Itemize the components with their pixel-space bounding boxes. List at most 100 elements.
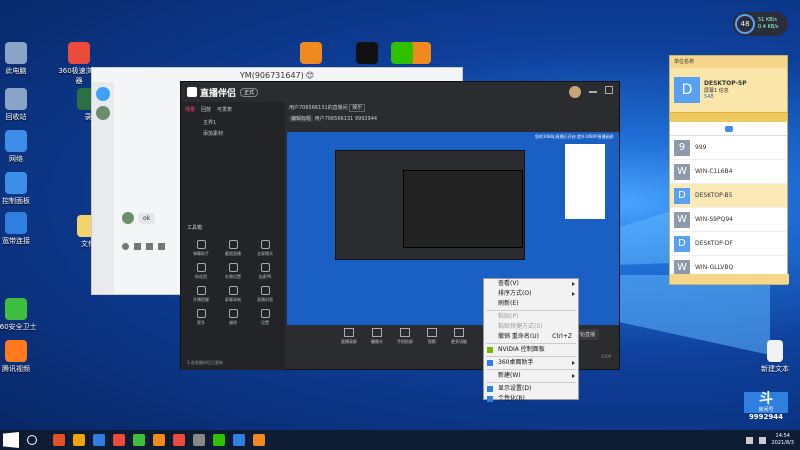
tool-button[interactable]: 福袋 [217,309,249,326]
menu-item[interactable]: 撤销 重命名(U) Ctrl+Z [484,332,578,342]
tab-1[interactable]: 回放 [201,106,211,113]
live-app-logo-icon [187,87,197,97]
tool-button[interactable]: 礼物设置 [217,263,249,280]
device-list-item[interactable]: W WIN-C1L6B4 [670,160,787,184]
device-list-item[interactable]: D DESKTOP-DF [670,232,787,256]
desktop-icon-label: 此电脑 [5,67,27,75]
pinned-app-icon[interactable] [53,434,65,446]
pinned-app-icon[interactable] [153,434,165,446]
chat-message: ok [122,212,156,224]
tab-0[interactable]: 场景 [185,106,195,113]
menu-item[interactable]: 粘贴(P) [484,312,578,322]
menu-item[interactable]: 排序方式(O) [484,289,578,299]
tool-icon [260,309,270,318]
bottom-tool-label: 摄像头 [371,339,383,344]
watermark-logo: 斗 [744,392,788,406]
menu-item-icon [487,396,493,402]
scene-list: 主界1 添加素材 [181,117,285,139]
image-tool-icon[interactable] [158,243,165,250]
tool-icon [228,309,238,318]
tool-button[interactable]: 弹幕助手 [185,240,217,257]
text-document-icon[interactable]: 新建文本 [753,340,797,374]
bottom-tool[interactable]: 摄像头 [371,328,383,345]
desktop-icon[interactable]: 回收站 [0,88,38,122]
pinned-app-icon[interactable] [253,434,265,446]
device-list-item[interactable]: 9 999 [670,136,787,160]
tool-button[interactable]: 粉丝团 [185,263,217,280]
device-list-item[interactable]: W WIN-S9PQ94 [670,208,787,232]
panel-search[interactable] [670,112,787,122]
menu-item-label: 刷新(E) [498,300,519,307]
menu-item[interactable]: 个性化(R) [484,394,578,404]
desktop-icon[interactable]: 控制面板 [0,172,38,206]
desktop-icon[interactable]: 宽带连接 [0,212,38,246]
pinned-app-icon[interactable] [73,434,85,446]
pinned-app-icon[interactable] [113,434,125,446]
menu-item[interactable]: 刷新(E) [484,299,578,309]
device-list-item[interactable]: D DESKTOP-B5 [670,184,787,208]
contact-avatar[interactable] [96,106,110,120]
bottom-tool[interactable]: 手机投屏 [397,328,413,345]
tool-button[interactable]: 全屏模式 [249,240,281,257]
emoji-tool-icon[interactable] [122,243,129,250]
footer-tip: 3.各直播伴侣已更新 [187,360,223,365]
desktop-icon-label: 控制面板 [2,197,30,205]
menu-item[interactable]: 查看(V) [484,279,578,289]
minimize-icon[interactable] [589,91,597,93]
pinned-app-icon[interactable] [173,434,185,446]
edit-title-button[interactable]: 编辑标题 [289,116,314,122]
menu-item[interactable]: 粘贴快捷方式(S) [484,322,578,332]
remote-device-panel[interactable]: 单位名称 D DESKTOP-5P 屏幕1 信息 548 9 999 W WIN-C1… [669,55,789,285]
menu-item[interactable]: 360桌面助手 [484,358,578,368]
volume-icon[interactable] [745,436,753,444]
avatar[interactable] [569,86,581,98]
panel-footer [670,274,789,284]
watermark-room-id: 9992944 [748,413,784,421]
scissors-icon[interactable] [134,243,141,250]
folder-tool-icon[interactable] [146,243,153,250]
tool-icon [196,240,206,249]
close-icon[interactable] [605,86,613,94]
scene-item[interactable]: 主界1 [185,117,281,128]
tab-2[interactable]: 可发表 [217,106,232,113]
status-tag[interactable]: 娱乐 [349,104,366,112]
tool-button[interactable]: 设置 [249,309,281,326]
tool-button[interactable]: 截图直播 [217,240,249,257]
start-button[interactable] [3,432,19,448]
pinned-app-icon[interactable] [133,434,145,446]
profile-card: D DESKTOP-5P 屏幕1 信息 548 [670,68,787,112]
tool-button[interactable]: 开播提醒 [185,286,217,303]
tool-button[interactable]: 屏幕录制 [217,286,249,303]
pinned-app-icon[interactable] [233,434,245,446]
pinned-app-icon[interactable] [213,434,225,446]
bottom-tool-label: 直播录屏 [341,339,357,344]
desktop-icon[interactable]: 360安全卫士 [0,298,38,332]
desktop-icon[interactable]: 网络 [0,130,38,164]
search-icon[interactable] [27,435,37,445]
tool-button[interactable]: 直播封面 [249,286,281,303]
menu-item[interactable]: NVIDIA 控制面板 [484,345,578,355]
bottom-tool[interactable]: 更多功能 [451,328,467,345]
pinned-app-icon[interactable] [93,434,105,446]
bottom-tool-icon [344,328,354,337]
device-name: DESKTOP-DF [695,240,733,247]
network-speed-widget[interactable]: 48 51 KB/s 0.4 KB/s [733,12,788,36]
tool-button[interactable]: 更多 [185,309,217,326]
tool-label: 更多 [197,320,205,325]
bottom-tool[interactable]: 直播录屏 [341,328,357,345]
desktop-icon[interactable]: 腾讯视频 [0,340,38,374]
menu-item[interactable]: 显示设置(D) [484,384,578,394]
network-icon[interactable] [758,436,766,444]
bottom-tool-label: 投影 [428,339,436,344]
desktop-icon[interactable]: 此电脑 [0,42,38,76]
scene-item[interactable]: 添加素材 [185,128,281,139]
pinned-app-icon[interactable] [193,434,205,446]
tool-button[interactable]: 连麦PK [249,263,281,280]
chat-tab-icon[interactable] [724,125,733,132]
menu-item[interactable]: 新建(W) [484,371,578,381]
bottom-tool[interactable]: 投影 [427,328,437,345]
profile-subtitle: 屏幕1 信息 [704,88,729,94]
app-icon [5,298,27,320]
room-info-bar: 用户706566131的直播间 娱乐 编辑标题 用户706566131 9992… [289,104,619,132]
bottom-tools: 直播录屏 摄像头 手机投屏 投影 更多功能 [341,328,467,345]
